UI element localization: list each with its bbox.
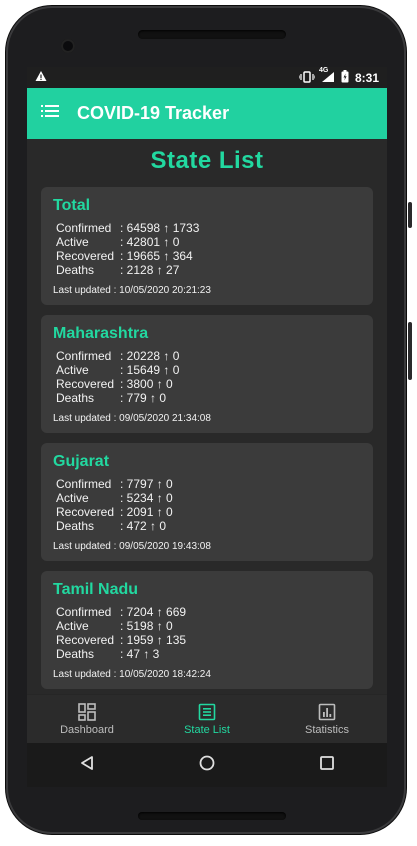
state-card[interactable]: Total Confirmed : 64598 ↑ 1733 Active : 42… — [41, 187, 373, 305]
stat-row: Confirmed : 20228 ↑ 0 — [53, 349, 361, 363]
network-type: 4G — [318, 67, 329, 74]
dashboard-icon — [78, 703, 96, 721]
state-card[interactable]: Tamil Nadu Confirmed : 7204 ↑ 669 Active:… — [41, 571, 373, 689]
stat-row: Active : 42801 ↑ 0 — [53, 235, 361, 249]
nav-statistics[interactable]: Statistics — [267, 695, 387, 744]
stat-row: Recovered : 19665 ↑ 364 — [53, 249, 361, 263]
stat-value: : 47 ↑ 3 — [120, 647, 160, 661]
stat-value: : 7797 ↑ 0 — [120, 477, 173, 491]
nav-dashboard[interactable]: Dashboard — [27, 695, 147, 744]
stat-label: Active — [56, 363, 89, 377]
bottom-navigation: Dashboard State List Statistics — [27, 694, 387, 744]
warning-icon — [35, 70, 47, 85]
menu-icon[interactable] — [41, 104, 63, 123]
stat-value: : 42801 ↑ 0 — [120, 235, 180, 249]
screen: 4G 8:31 COVID-19 Tracker State List Tota… — [27, 67, 387, 787]
stat-row: Deaths : 472 ↑ 0 — [53, 519, 361, 533]
page-title: State List — [150, 147, 264, 174]
stat-label: Active — [56, 235, 89, 249]
clock: 8:31 — [354, 71, 379, 85]
stat-value: : 3800 ↑ 0 — [120, 377, 173, 391]
stat-label: Deaths — [56, 391, 95, 405]
state-list: Total Confirmed : 64598 ↑ 1733 Active : 42… — [27, 187, 387, 689]
power-button — [408, 202, 412, 228]
state-name: Maharashtra — [53, 325, 149, 342]
status-icons: 4G 8:31 — [298, 67, 379, 86]
stat-value: : 7204 ↑ 669 — [120, 605, 187, 619]
stat-row: Confirmed : 7204 ↑ 669 — [53, 605, 361, 619]
system-navigation-bar — [27, 743, 387, 787]
stat-value: : 20228 ↑ 0 — [120, 349, 180, 363]
stat-label: Confirmed — [56, 605, 112, 619]
stat-row: Deaths : 779 ↑ 0 — [53, 391, 361, 405]
stat-row: Recovered : 3800 ↑ 0 — [53, 377, 361, 391]
stat-label: Recovered — [56, 249, 115, 263]
state-name: Gujarat — [53, 453, 110, 470]
stat-row: Active : 5234 ↑ 0 — [53, 491, 361, 505]
stat-value: : 5234 ↑ 0 — [120, 491, 173, 505]
stat-label: Recovered — [56, 505, 115, 519]
chart-icon — [318, 703, 336, 721]
stat-label: Confirmed — [56, 349, 112, 363]
stat-value: : 1959 ↑ 135 — [120, 633, 187, 647]
stat-label: Deaths — [56, 519, 95, 533]
back-icon[interactable] — [79, 755, 95, 776]
stat-row: Active : 5198 ↑ 0 — [53, 619, 361, 633]
nav-label: Statistics — [304, 724, 349, 736]
nav-label: Dashboard — [60, 724, 114, 736]
stat-value: : 472 ↑ 0 — [120, 519, 167, 533]
stat-label: Active — [56, 619, 89, 633]
state-card[interactable]: Gujarat Confirmed : 7797 ↑ 0 Active : 5234… — [41, 443, 373, 561]
state-name: Total — [53, 197, 91, 214]
stat-row: Deaths : 47 ↑ 3 — [53, 647, 361, 661]
stat-value: : 5198 ↑ 0 — [120, 619, 173, 633]
stat-value: : 19665 ↑ 364 — [120, 249, 193, 263]
vibrate-icon — [298, 70, 316, 86]
stat-label: Confirmed — [56, 221, 112, 235]
stat-row: Confirmed : 7797 ↑ 0 — [53, 477, 361, 491]
stat-label: Deaths — [56, 647, 95, 661]
status-bar: 4G 8:31 — [27, 67, 387, 88]
volume-button — [408, 322, 412, 380]
nav-state-list[interactable]: State List — [147, 695, 267, 744]
list-icon — [198, 703, 216, 721]
home-icon[interactable] — [199, 755, 215, 776]
recents-icon[interactable] — [319, 755, 335, 776]
app-title: COVID-19 Tracker — [77, 103, 230, 123]
stat-row: Confirmed : 64598 ↑ 1733 — [53, 221, 361, 235]
stat-row: Active : 15649 ↑ 0 — [53, 363, 361, 377]
bottom-speaker — [138, 812, 286, 820]
stat-value: : 2128 ↑ 27 — [120, 263, 180, 277]
stat-label: Confirmed — [56, 477, 112, 491]
stat-value: : 64598 ↑ 1733 — [120, 221, 200, 235]
state-name: Tamil Nadu — [53, 581, 139, 598]
front-camera — [61, 39, 75, 53]
state-card[interactable]: Maharashtra Confirmed : 20228 ↑ 0 Active:… — [41, 315, 373, 433]
earpiece-speaker — [138, 30, 286, 39]
stat-label: Active — [56, 491, 89, 505]
stat-row: Recovered : 2091 ↑ 0 — [53, 505, 361, 519]
battery-icon — [341, 70, 349, 86]
nav-label: State List — [184, 724, 230, 736]
signal-icon: 4G — [319, 67, 335, 86]
last-updated: Last updated : 09/05/2020 21:34:08 — [53, 413, 211, 424]
last-updated: Last updated : 10/05/2020 20:21:23 — [53, 285, 211, 296]
stat-label: Recovered — [56, 633, 115, 647]
stat-value: : 779 ↑ 0 — [120, 391, 167, 405]
stat-value: : 15649 ↑ 0 — [120, 363, 180, 377]
stat-label: Recovered — [56, 377, 115, 391]
stat-value: : 2091 ↑ 0 — [120, 505, 173, 519]
stat-row: Recovered : 1959 ↑ 135 — [53, 633, 361, 647]
last-updated: Last updated : 09/05/2020 19:43:08 — [53, 541, 211, 552]
stat-label: Deaths — [56, 263, 95, 277]
last-updated: Last updated : 10/05/2020 18:42:24 — [53, 669, 211, 680]
app-bar: COVID-19 Tracker — [27, 88, 387, 139]
stat-row: Deaths : 2128 ↑ 27 — [53, 263, 361, 277]
